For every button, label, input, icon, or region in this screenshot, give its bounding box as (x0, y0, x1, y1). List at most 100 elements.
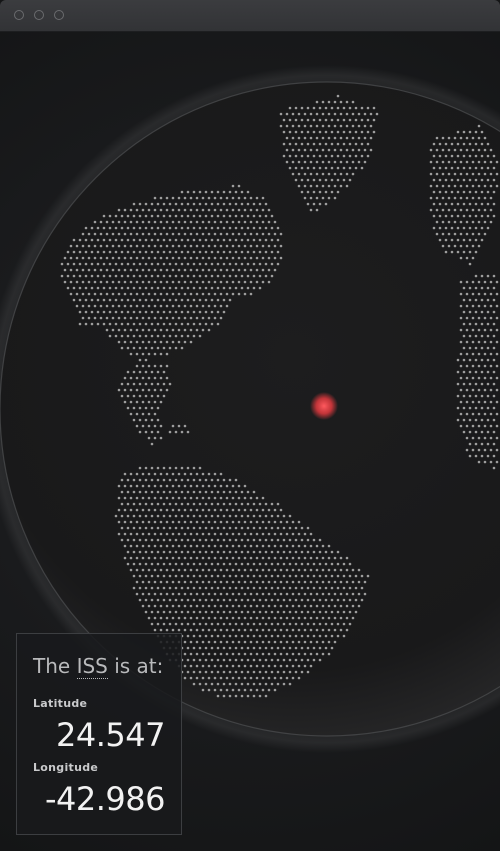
land-dot (450, 226, 454, 230)
land-dot (90, 274, 94, 278)
land-dot (216, 694, 220, 698)
land-dot (201, 556, 205, 560)
land-dot (267, 604, 271, 608)
iss-abbreviation[interactable]: ISS (76, 654, 108, 679)
land-dot (306, 550, 310, 554)
land-dot (195, 628, 199, 632)
land-dot (288, 670, 292, 674)
iss-marker[interactable] (310, 392, 338, 420)
land-dot (288, 130, 292, 134)
land-dot (267, 232, 271, 236)
land-dot (165, 544, 169, 548)
land-dot (183, 616, 187, 620)
land-dot (189, 580, 193, 584)
close-window-button[interactable] (14, 10, 24, 20)
land-dot (276, 622, 280, 626)
land-dot (180, 514, 184, 518)
land-dot (132, 310, 136, 314)
land-dot (234, 274, 238, 278)
land-dot (129, 532, 133, 536)
land-dot (210, 490, 214, 494)
land-dot (477, 328, 481, 332)
land-dot (264, 586, 268, 590)
land-dot (216, 538, 220, 542)
land-dot (294, 178, 298, 182)
land-dot (156, 406, 160, 410)
land-dot (171, 196, 175, 200)
land-dot (132, 298, 136, 302)
land-dot (333, 160, 337, 164)
land-dot (462, 334, 466, 338)
land-dot (204, 226, 208, 230)
zoom-window-button[interactable] (54, 10, 64, 20)
land-dot (216, 514, 220, 518)
land-dot (177, 472, 181, 476)
land-dot (174, 346, 178, 350)
land-dot (336, 598, 340, 602)
land-dot (360, 118, 364, 122)
land-dot (204, 274, 208, 278)
land-dot (216, 262, 220, 266)
title-bar[interactable] (0, 0, 500, 32)
land-dot (432, 154, 436, 158)
land-dot (207, 652, 211, 656)
land-dot (240, 226, 244, 230)
land-dot (318, 550, 322, 554)
land-dot (126, 214, 130, 218)
land-dot (144, 598, 148, 602)
land-dot (321, 160, 325, 164)
land-dot (153, 508, 157, 512)
land-dot (459, 340, 463, 344)
land-dot (348, 178, 352, 182)
land-dot (471, 448, 475, 452)
land-dot (495, 172, 499, 176)
land-dot (267, 688, 271, 692)
land-dot (198, 202, 202, 206)
land-dot (180, 190, 184, 194)
land-dot (189, 676, 193, 680)
land-dot (243, 544, 247, 548)
land-dot (483, 172, 487, 176)
land-dot (129, 256, 133, 260)
land-dot (285, 544, 289, 548)
land-dot (102, 286, 106, 290)
land-dot (168, 202, 172, 206)
land-dot (255, 568, 259, 572)
minimize-window-button[interactable] (34, 10, 44, 20)
land-dot (432, 142, 436, 146)
land-dot (198, 250, 202, 254)
land-dot (495, 328, 499, 332)
land-dot (315, 160, 319, 164)
land-dot (174, 310, 178, 314)
land-dot (210, 646, 214, 650)
land-dot (180, 298, 184, 302)
land-dot (351, 568, 355, 572)
land-dot (183, 424, 187, 428)
land-dot (318, 154, 322, 158)
land-dot (138, 334, 142, 338)
land-dot (258, 502, 262, 506)
land-dot (168, 490, 172, 494)
land-dot (135, 244, 139, 248)
land-dot (210, 478, 214, 482)
land-dot (288, 574, 292, 578)
land-dot (336, 130, 340, 134)
land-dot (231, 220, 235, 224)
land-dot (156, 226, 160, 230)
land-dot (168, 550, 172, 554)
land-dot (216, 250, 220, 254)
land-dot (480, 178, 484, 182)
land-dot (495, 160, 499, 164)
land-dot (330, 586, 334, 590)
land-dot (477, 388, 481, 392)
land-dot (294, 154, 298, 158)
land-dot (240, 262, 244, 266)
land-dot (261, 640, 265, 644)
land-dot (468, 370, 472, 374)
land-dot (171, 220, 175, 224)
land-dot (120, 394, 124, 398)
land-dot (207, 220, 211, 224)
land-dot (180, 478, 184, 482)
land-dot (192, 622, 196, 626)
land-dot (459, 280, 463, 284)
